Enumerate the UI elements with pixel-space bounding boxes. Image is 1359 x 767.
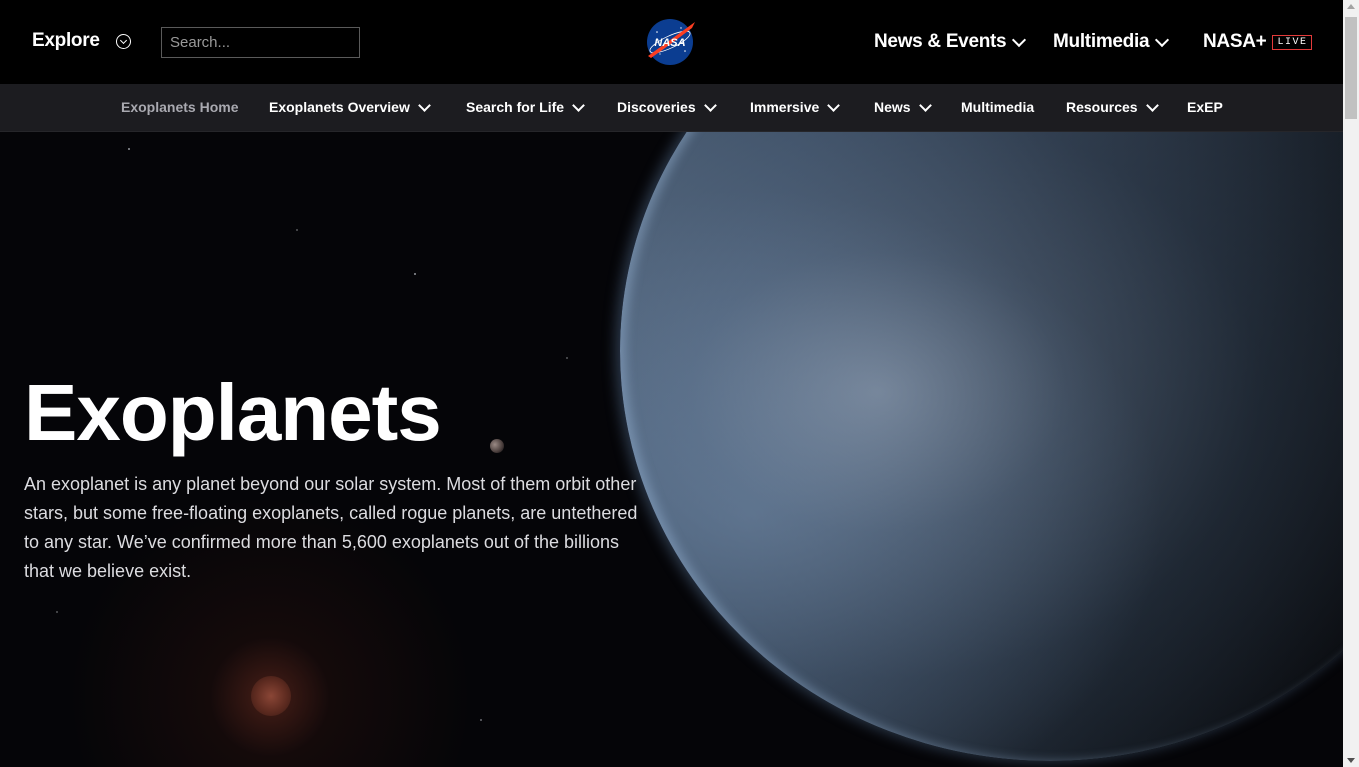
subnav-item-label: Multimedia xyxy=(961,99,1035,115)
scroll-down-arrow-icon[interactable] xyxy=(1347,758,1355,763)
nav-multimedia-label: Multimedia xyxy=(1053,31,1150,52)
subnav-item-discoveries[interactable]: Discoveries xyxy=(617,98,717,115)
nav-news-events-label: News & Events xyxy=(874,31,1007,52)
chevron-down-icon xyxy=(1145,98,1159,112)
subnav-item-exoplanets-overview[interactable]: Exoplanets Overview xyxy=(269,98,431,115)
chevron-down-icon xyxy=(417,98,431,112)
subnav-item-immersive[interactable]: Immersive xyxy=(750,98,841,115)
nasa-logo-icon[interactable]: NASA xyxy=(645,18,695,66)
scroll-up-arrow-icon[interactable] xyxy=(1347,4,1355,9)
chevron-down-icon xyxy=(1012,32,1027,47)
subnav-item-label: Exoplanets Overview xyxy=(269,99,410,115)
live-badge: LIVE xyxy=(1272,34,1313,50)
logo-wordmark: NASA xyxy=(654,37,685,49)
chevron-down-icon xyxy=(1155,32,1170,47)
subnav-item-multimedia[interactable]: Multimedia xyxy=(961,99,1034,115)
star-dot xyxy=(128,148,130,150)
hero-description: An exoplanet is any planet beyond our so… xyxy=(24,474,638,581)
nav-nasa-plus[interactable]: NASA+ LIVE xyxy=(1203,31,1313,53)
subnav-item-search-for-life[interactable]: Search for Life xyxy=(466,98,585,115)
subnav-item-resources[interactable]: Resources xyxy=(1066,98,1159,115)
nav-nasa-plus-label: NASA+ xyxy=(1203,31,1267,52)
red-star-image xyxy=(251,676,291,716)
exoplanet-image xyxy=(620,131,1343,761)
subnav-item-news[interactable]: News xyxy=(874,98,932,115)
vertical-scrollbar[interactable] xyxy=(1343,0,1359,767)
moon-image xyxy=(490,439,504,453)
subnav-item-label: Resources xyxy=(1066,99,1138,115)
site-header: Explore NASA News & Events Multimedia NA… xyxy=(0,0,1343,84)
page-title: Exoplanets xyxy=(24,368,442,457)
chevron-down-icon xyxy=(572,98,585,112)
hero-section: Exoplanets An exoplanet is any planet be… xyxy=(0,131,1343,767)
subnav-item-label: News xyxy=(874,99,911,115)
chevron-down-icon xyxy=(827,98,841,112)
star-dot xyxy=(56,611,58,613)
subnav-item-exoplanets-home[interactable]: Exoplanets Home xyxy=(121,99,238,115)
nav-multimedia[interactable]: Multimedia xyxy=(1053,31,1170,53)
subnav-item-exep[interactable]: ExEP xyxy=(1187,99,1223,115)
scrollbar-thumb[interactable] xyxy=(1345,17,1357,119)
explore-label: Explore xyxy=(32,30,100,51)
star-dot xyxy=(566,357,568,359)
page: Explore NASA News & Events Multimedia NA… xyxy=(0,0,1343,767)
chevron-down-circle-icon xyxy=(115,33,131,49)
subnav-item-label: ExEP xyxy=(1187,99,1223,115)
explore-menu-button[interactable]: Explore xyxy=(32,30,131,52)
search-input[interactable] xyxy=(161,27,360,58)
subnav-item-label: Exoplanets Home xyxy=(121,99,239,115)
star-dot xyxy=(296,229,298,231)
star-dot xyxy=(480,719,482,721)
star-dot xyxy=(414,273,416,275)
chevron-down-icon xyxy=(703,98,717,112)
subnav-item-label: Immersive xyxy=(750,99,820,115)
subnav-item-label: Search for Life xyxy=(466,99,565,115)
subnav-item-label: Discoveries xyxy=(617,99,696,115)
exoplanets-subnav: Exoplanets Home Exoplanets Overview Sear… xyxy=(0,84,1343,132)
chevron-down-icon xyxy=(918,98,932,112)
nav-news-events[interactable]: News & Events xyxy=(874,31,1027,53)
